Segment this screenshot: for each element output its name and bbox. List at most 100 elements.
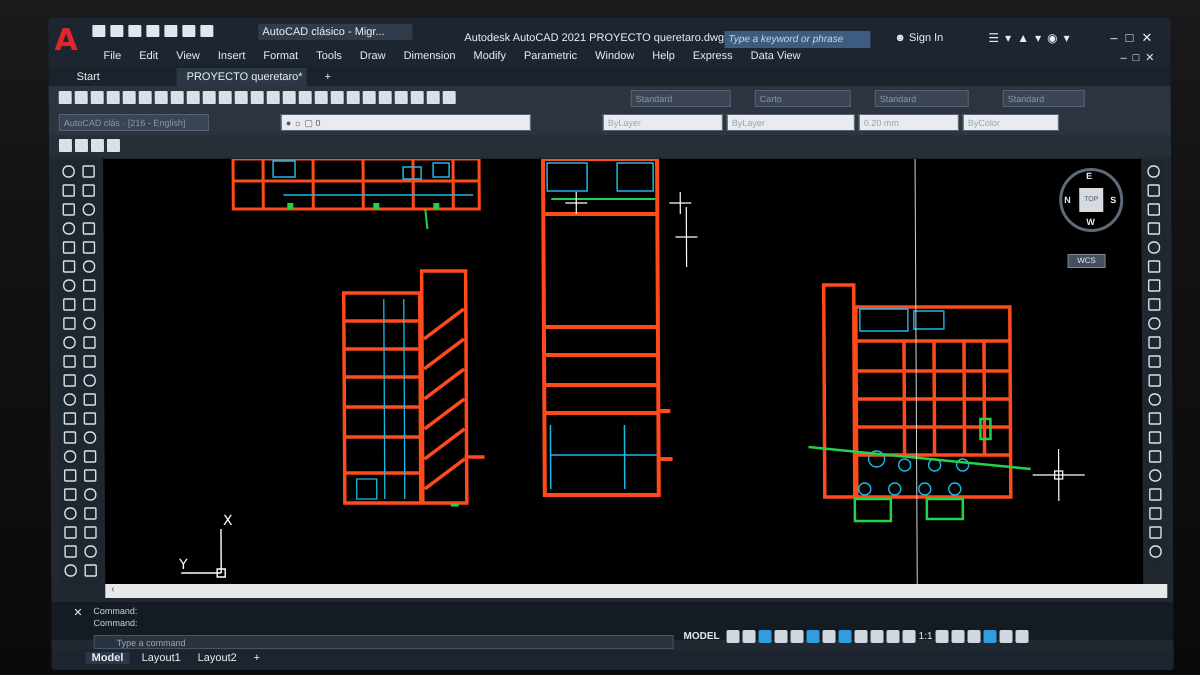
object-snap-tracking-icon[interactable] — [806, 630, 820, 643]
match-properties-icon[interactable] — [218, 91, 232, 104]
new-icon[interactable] — [92, 25, 106, 37]
sign-in-button[interactable]: ☻ Sign In — [894, 32, 943, 44]
annotation-scale-value[interactable]: 1:1 — [919, 631, 933, 642]
modify-tool-icon[interactable] — [1147, 260, 1161, 273]
menu-draw[interactable]: Draw — [351, 50, 395, 62]
draw-tool-icon[interactable] — [64, 526, 77, 539]
close-command-icon[interactable]: ✕ — [73, 606, 82, 619]
publish-icon[interactable] — [138, 91, 152, 104]
annotation-visibility-icon[interactable] — [870, 630, 884, 643]
draw-tool-icon[interactable] — [62, 165, 75, 178]
layer-previous-icon[interactable] — [74, 139, 88, 152]
draw-tool-icon[interactable] — [64, 507, 77, 520]
mleader-style-dropdown[interactable]: Standard — [1002, 90, 1085, 107]
cut-icon[interactable] — [170, 91, 184, 104]
new-tab-button[interactable]: + — [319, 68, 338, 86]
modify-tool-icon[interactable] — [1147, 279, 1161, 292]
document-controls[interactable]: –□✕ — [1120, 51, 1160, 64]
viewcube-north[interactable]: N — [1064, 195, 1071, 205]
preview-icon[interactable] — [122, 91, 136, 104]
draw-tool-icon[interactable] — [83, 374, 96, 387]
zoom-previous-icon[interactable] — [330, 91, 344, 104]
polar-icon[interactable] — [774, 630, 788, 643]
draw-tool-icon[interactable] — [62, 203, 76, 216]
cad-drawing[interactable]: X Y — [103, 159, 1143, 584]
menu-parametric[interactable]: Parametric — [515, 50, 586, 62]
3d-print-icon[interactable] — [154, 91, 168, 104]
draw-tool-icon[interactable] — [83, 450, 97, 463]
isolate-objects-icon[interactable] — [983, 630, 997, 643]
annotation-scale-icon[interactable] — [902, 630, 916, 643]
draw-tool-icon[interactable] — [83, 412, 97, 425]
draw-tool-icon[interactable] — [62, 279, 76, 292]
menu-modify[interactable]: Modify — [465, 50, 515, 62]
draw-tool-icon[interactable] — [63, 336, 76, 349]
draw-tool-icon[interactable] — [83, 469, 97, 482]
draw-tool-icon[interactable] — [62, 184, 75, 197]
draw-tool-icon[interactable] — [82, 184, 95, 197]
menu-view[interactable]: View — [167, 50, 209, 62]
horizontal-scrollbar[interactable]: ‹ — [105, 584, 1168, 598]
tab-proyecto-queretaro[interactable]: PROYECTO queretaro* — [176, 68, 307, 86]
modify-tool-icon[interactable] — [1148, 336, 1161, 349]
properties-icon[interactable] — [346, 91, 360, 104]
auto-scale-icon[interactable] — [886, 630, 900, 643]
modify-tool-icon[interactable] — [1148, 431, 1162, 444]
save-icon[interactable] — [128, 25, 142, 37]
open-file-icon[interactable] — [74, 91, 88, 104]
draw-tool-icon[interactable] — [82, 165, 95, 178]
wcs-menu[interactable]: WCS — [1067, 254, 1106, 268]
add-layout-button[interactable]: + — [254, 652, 261, 664]
undo-icon[interactable] — [182, 25, 196, 37]
modify-tool-icon[interactable] — [1147, 165, 1160, 178]
grid-icon[interactable] — [726, 630, 740, 643]
layout-tab-1[interactable]: Layout1 — [142, 652, 181, 664]
modify-tool-icon[interactable] — [1148, 317, 1161, 330]
sheet-set-icon[interactable] — [394, 91, 408, 104]
modify-tool-icon[interactable] — [1148, 298, 1161, 311]
draw-tool-icon[interactable] — [63, 450, 77, 463]
layer-dropdown[interactable]: ● ☼ ▢ 0 — [280, 114, 531, 131]
viewcube-top-face[interactable]: TOP — [1079, 188, 1104, 212]
clean-screen-icon[interactable] — [999, 630, 1013, 643]
units-icon[interactable] — [967, 630, 981, 643]
drawing-viewport[interactable]: X Y TOP E N S W WCS — [103, 159, 1144, 584]
modify-tool-icon[interactable] — [1149, 507, 1162, 520]
color-dropdown[interactable]: ByLayer — [602, 114, 723, 131]
menu-file[interactable]: File — [94, 50, 130, 62]
open-icon[interactable] — [110, 25, 124, 37]
workspace-dropdown[interactable]: AutoCAD clásico - Migr... — [258, 24, 413, 40]
table-style-dropdown[interactable]: Standard — [874, 90, 969, 107]
qnew-icon[interactable] — [58, 91, 72, 104]
draw-tool-icon[interactable] — [63, 355, 76, 368]
draw-tool-icon[interactable] — [84, 545, 97, 558]
modify-tool-icon[interactable] — [1148, 355, 1161, 368]
tab-start[interactable]: Start — [66, 68, 110, 86]
title-tools[interactable]: ☰▾▲▾◉▾ — [988, 31, 1075, 45]
model-space-button[interactable]: MODEL — [684, 631, 720, 642]
draw-tool-icon[interactable] — [83, 355, 96, 368]
draw-tool-icon[interactable] — [84, 526, 97, 539]
draw-tool-icon[interactable] — [84, 507, 97, 520]
modify-tool-icon[interactable] — [1147, 184, 1160, 197]
menu-express[interactable]: Express — [684, 50, 742, 62]
modify-tool-icon[interactable] — [1149, 526, 1162, 539]
block-icon[interactable] — [90, 139, 104, 152]
linetype-dropdown[interactable]: ByLayer — [726, 114, 855, 131]
workspace-gear-icon[interactable] — [935, 630, 949, 643]
draw-tool-icon[interactable] — [82, 241, 96, 254]
menu-edit[interactable]: Edit — [130, 50, 167, 62]
draw-tool-icon[interactable] — [64, 564, 77, 577]
draw-tool-icon[interactable] — [64, 545, 77, 558]
modify-tool-icon[interactable] — [1149, 545, 1162, 558]
menu-insert[interactable]: Insert — [209, 50, 255, 62]
copy-icon[interactable] — [186, 91, 200, 104]
undo-tool-icon[interactable] — [250, 91, 264, 104]
layout-tab-2[interactable]: Layout2 — [198, 652, 237, 664]
text-style-dropdown[interactable]: Standard — [630, 90, 731, 107]
draw-tool-icon[interactable] — [84, 488, 97, 501]
autocad-logo-icon[interactable]: A — [54, 23, 78, 58]
draw-tool-icon[interactable] — [63, 298, 76, 311]
transparency-icon[interactable] — [854, 630, 868, 643]
find-icon[interactable] — [106, 139, 120, 152]
